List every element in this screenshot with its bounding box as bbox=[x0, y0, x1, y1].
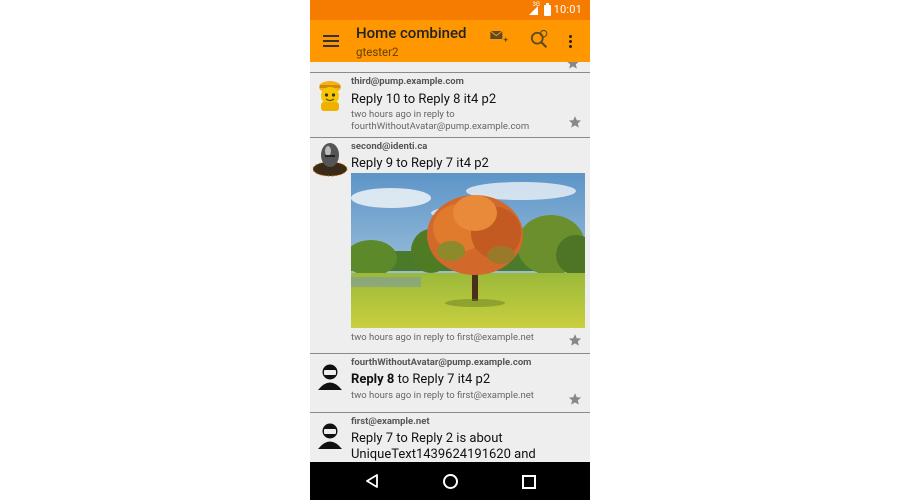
avatar[interactable] bbox=[312, 416, 348, 452]
phone-screen: 3G 10:01 Home combined gtester2 third@pu… bbox=[310, 0, 590, 500]
meta-line: two hours ago in reply to bbox=[351, 109, 455, 120]
avatar[interactable] bbox=[312, 141, 348, 177]
star-icon[interactable] bbox=[568, 333, 582, 347]
body-text: to Reply 7 it4 p2 bbox=[394, 372, 491, 387]
toolbar-title: Home combined bbox=[356, 24, 467, 42]
menu-icon[interactable] bbox=[323, 35, 339, 47]
status-bar: 3G 10:01 bbox=[310, 0, 590, 20]
battery-icon bbox=[544, 3, 551, 16]
home-icon[interactable] bbox=[443, 474, 458, 489]
message-meta: two hours ago in reply to first@example.… bbox=[351, 332, 534, 343]
recent-apps-icon[interactable] bbox=[522, 475, 536, 489]
list-item[interactable]: third@pump.example.com Reply 10 to Reply… bbox=[310, 73, 590, 138]
body-line: Reply 7 to Reply 2 is about bbox=[351, 431, 503, 446]
message-meta: two hours ago in reply to first@example.… bbox=[351, 390, 534, 401]
list-item[interactable]: fourthWithoutAvatar@pump.example.com Rep… bbox=[310, 354, 590, 413]
avatar[interactable] bbox=[312, 357, 348, 393]
meta-line: fourthWithoutAvatar@pump.example.com bbox=[351, 121, 530, 132]
list-item[interactable]: second@identi.ca Reply 9 to Reply 7 it4 … bbox=[310, 138, 590, 354]
attached-image[interactable] bbox=[351, 173, 585, 328]
message-body: Reply 8 to Reply 7 it4 p2 bbox=[351, 372, 490, 388]
overflow-menu-icon[interactable] bbox=[569, 35, 573, 49]
back-icon[interactable] bbox=[365, 474, 379, 488]
signal-icon bbox=[529, 6, 538, 15]
author[interactable]: third@pump.example.com bbox=[351, 76, 464, 87]
star-icon[interactable] bbox=[566, 62, 580, 70]
list-item[interactable] bbox=[310, 62, 590, 73]
compose-mail-icon[interactable] bbox=[490, 31, 508, 43]
navigation-bar bbox=[310, 462, 590, 500]
body-line: UniqueText1439624191620 and bbox=[351, 447, 536, 462]
body-emphasis: Reply 8 bbox=[351, 372, 395, 387]
toolbar-subtitle: gtester2 bbox=[356, 45, 399, 59]
message-body: Reply 7 to Reply 2 is about UniqueText14… bbox=[351, 431, 536, 462]
message-body: Reply 10 to Reply 8 it4 p2 bbox=[351, 92, 497, 107]
avatar[interactable] bbox=[312, 76, 348, 112]
author[interactable]: first@example.net bbox=[351, 416, 430, 427]
author[interactable]: fourthWithoutAvatar@pump.example.com bbox=[351, 357, 531, 368]
message-meta: two hours ago in reply to fourthWithoutA… bbox=[351, 109, 529, 133]
author[interactable]: second@identi.ca bbox=[351, 141, 427, 152]
timeline-list: third@pump.example.com Reply 10 to Reply… bbox=[310, 62, 590, 462]
app-toolbar: Home combined gtester2 bbox=[310, 20, 590, 62]
star-icon[interactable] bbox=[568, 115, 582, 129]
star-icon[interactable] bbox=[568, 392, 582, 406]
list-item[interactable]: first@example.net Reply 7 to Reply 2 is … bbox=[310, 413, 590, 462]
search-icon[interactable] bbox=[530, 30, 550, 50]
message-body: Reply 9 to Reply 7 it4 p2 bbox=[351, 156, 489, 171]
clock: 10:01 bbox=[553, 3, 582, 16]
